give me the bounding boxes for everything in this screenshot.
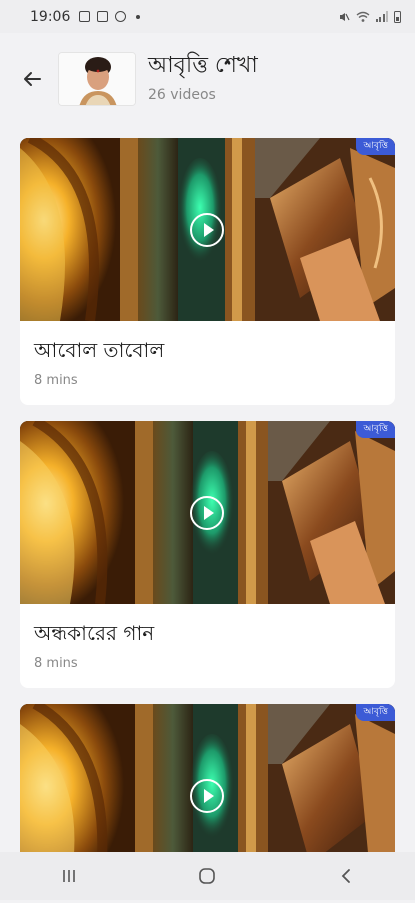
more-notifications-icon [136,14,141,19]
recent-apps-button[interactable] [49,856,89,896]
video-thumbnail[interactable]: আবৃত্তি [20,421,395,604]
wifi-icon [356,11,369,22]
video-duration: 8 mins [34,656,78,671]
chevron-left-icon [341,869,350,883]
status-bar: 19:06 [0,0,415,33]
play-icon[interactable] [190,496,224,530]
signal-icon [375,11,388,22]
video-title: আবোল তাবোল [34,338,165,362]
category-badge: আবৃত্তি [356,421,395,438]
play-icon[interactable] [190,213,224,247]
page-title: আবৃত্তি শেখা [148,53,258,78]
system-nav-bar [0,852,415,900]
notification-icon [97,11,109,22]
home-button[interactable] [187,856,227,896]
back-button[interactable] [326,856,366,896]
category-badge: আবৃত্তি [356,138,395,155]
recent-apps-icon [63,870,75,882]
video-card[interactable]: আবৃত্তি আবোল তাবোল 8 mins [20,138,395,405]
category-badge: আবৃত্তি [356,704,395,721]
video-card[interactable]: আবৃত্তি অন্ধকারের গান 8 mins [20,421,395,688]
video-thumbnail[interactable]: আবৃত্তি [20,138,395,321]
play-icon[interactable] [190,779,224,813]
b-app-icon [115,11,127,22]
playlist-avatar [58,52,136,106]
mute-icon [339,12,350,21]
video-duration: 8 mins [34,373,78,388]
header: আবৃত্তি শেখা 26 videos [0,33,415,128]
gallery-icon [79,11,91,22]
status-time: 19:06 [30,8,71,25]
person-portrait-icon [59,53,135,105]
video-list: আবৃত্তি আবোল তাবোল 8 mins আবৃত্তি অন্ধকা… [20,138,395,903]
video-title: অন্ধকারের গান [34,621,155,645]
video-count: 26 videos [148,87,216,103]
back-arrow-icon[interactable] [20,67,44,91]
home-icon [199,868,216,884]
battery-icon [394,10,401,23]
